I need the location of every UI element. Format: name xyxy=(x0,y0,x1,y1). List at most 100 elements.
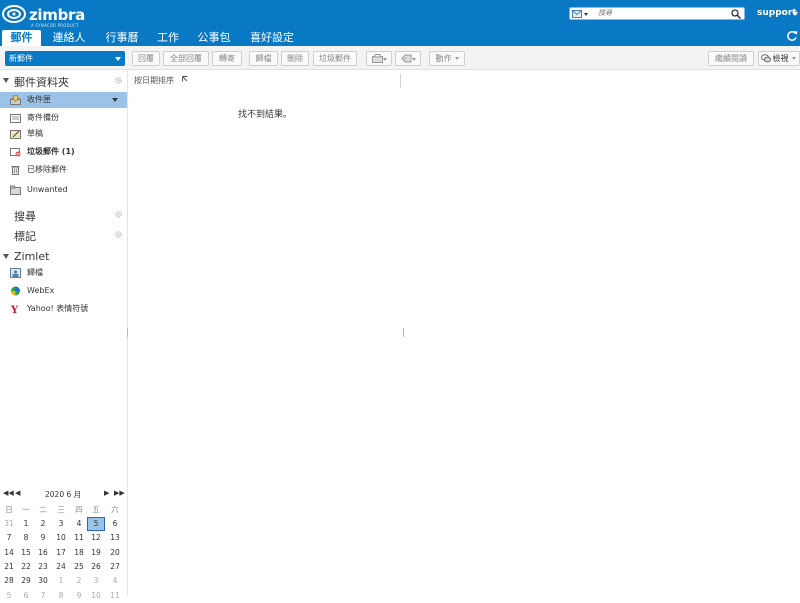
calendar-day[interactable]: 12 xyxy=(87,531,105,545)
mail-folders-header[interactable]: 郵件資料夾 xyxy=(0,72,127,90)
calendar-day[interactable]: 10 xyxy=(52,531,70,545)
calendar-day[interactable]: 24 xyxy=(52,560,70,574)
calendar-day[interactable]: 6 xyxy=(106,517,124,531)
folder-trash[interactable]: 已移除郵件 xyxy=(0,162,127,178)
view-button[interactable]: 檢視 xyxy=(758,51,800,66)
zimlet-section-title: Zimlet xyxy=(14,250,50,263)
chevron-down-icon[interactable] xyxy=(115,57,121,61)
calendar-day[interactable]: 28 xyxy=(0,574,18,588)
speech-bubbles-icon xyxy=(761,54,771,63)
tab-contacts[interactable]: 連絡人 xyxy=(47,30,91,46)
gear-icon[interactable] xyxy=(114,210,123,219)
calendar-day[interactable]: 14 xyxy=(0,546,18,560)
calendar-day[interactable]: 25 xyxy=(70,560,88,574)
calendar-day[interactable]: 18 xyxy=(70,546,88,560)
folder-unwanted[interactable]: Unwanted xyxy=(0,182,127,198)
gear-icon[interactable] xyxy=(114,230,123,239)
calendar-day[interactable]: 8 xyxy=(17,531,35,545)
sort-direction-icon[interactable] xyxy=(182,76,188,82)
calendar-day[interactable]: 3 xyxy=(87,574,105,588)
prev-year-icon[interactable]: ◀◀ xyxy=(3,489,14,497)
calendar-day[interactable]: 17 xyxy=(52,546,70,560)
tab-briefcase[interactable]: 公事包 xyxy=(192,30,236,46)
collapse-triangle-icon[interactable] xyxy=(3,78,9,83)
chevron-down-icon[interactable] xyxy=(112,98,118,102)
zimlet-archive[interactable]: 歸檔 xyxy=(0,265,127,281)
sort-by-date-label[interactable]: 按日期排序 xyxy=(134,75,174,86)
move-button[interactable] xyxy=(366,51,392,66)
new-message-button[interactable]: 新郵件 xyxy=(5,51,125,66)
refresh-icon[interactable] xyxy=(786,30,798,42)
calendar-day[interactable]: 16 xyxy=(34,546,52,560)
calendar-day[interactable]: 3 xyxy=(52,517,70,531)
calendar-day[interactable]: 15 xyxy=(17,546,35,560)
zimlet-webex[interactable]: WebEx xyxy=(0,283,127,299)
spam-button[interactable]: 垃圾郵件 xyxy=(313,51,357,66)
next-year-icon[interactable]: ▶▶ xyxy=(114,489,125,497)
calendar-day[interactable]: 2 xyxy=(70,574,88,588)
folder-label: 草稿 xyxy=(27,129,43,138)
tab-mail[interactable]: 郵件 xyxy=(2,30,41,46)
tab-preferences[interactable]: 喜好設定 xyxy=(244,30,300,46)
prev-month-icon[interactable]: ◀ xyxy=(15,489,20,497)
zimlet-section-header[interactable]: Zimlet xyxy=(0,248,127,266)
reply-button[interactable]: 回覆 xyxy=(132,51,160,66)
calendar-day[interactable]: 4 xyxy=(70,517,88,531)
collapse-triangle-icon[interactable] xyxy=(3,254,9,259)
calendar-day[interactable]: 23 xyxy=(34,560,52,574)
calendar-day[interactable]: 11 xyxy=(70,531,88,545)
zimbra-logo[interactable]: zimbra A SYNACOR PRODUCT xyxy=(2,4,86,28)
calendar-day[interactable]: 20 xyxy=(106,546,124,560)
search-input[interactable] xyxy=(598,8,728,19)
gear-icon[interactable] xyxy=(114,76,123,85)
forward-button[interactable]: 轉寄 xyxy=(212,51,242,66)
calendar-day[interactable]: 27 xyxy=(106,560,124,574)
calendar-day[interactable]: 4 xyxy=(106,574,124,588)
folder-junk[interactable]: 垃圾郵件 (1) xyxy=(0,144,127,160)
calendar-day[interactable]: 21 xyxy=(0,560,18,574)
calendar-day[interactable]: 1 xyxy=(17,517,35,531)
webex-icon xyxy=(11,286,20,296)
next-month-icon[interactable]: ▶ xyxy=(104,489,109,497)
user-menu[interactable]: support xyxy=(757,8,797,18)
calendar-day[interactable]: 31 xyxy=(0,517,18,531)
calendar-day[interactable]: 9 xyxy=(34,531,52,545)
reply-all-button[interactable]: 全部回覆 xyxy=(163,51,209,66)
calendar-day[interactable]: 13 xyxy=(106,531,124,545)
no-results-message: 找不到結果。 xyxy=(238,110,293,120)
calendar-title[interactable]: 2020 6 月 xyxy=(45,489,81,500)
calendar-day[interactable]: 22 xyxy=(17,560,35,574)
sidebar-resize-handle[interactable] xyxy=(127,328,128,337)
zimlet-yahoo-emoticons[interactable]: Y Yahoo! 表情符號 xyxy=(0,301,127,317)
continue-reading-button[interactable]: 繼續閱讀 xyxy=(708,51,754,66)
folder-drafts[interactable]: 草稿 xyxy=(0,126,127,142)
actions-button[interactable]: 動作 xyxy=(429,51,465,66)
sent-icon xyxy=(10,114,21,123)
calendar-day-today[interactable]: 5 xyxy=(87,517,105,531)
tab-tasks[interactable]: 工作 xyxy=(152,30,184,46)
archive-button[interactable]: 歸檔 xyxy=(249,51,278,66)
folder-label: 寄件備份 xyxy=(27,113,59,122)
tags-section-header[interactable]: 標記 xyxy=(0,226,127,244)
logo-text: zimbra xyxy=(29,6,85,24)
calendar-day[interactable]: 19 xyxy=(87,546,105,560)
sort-bar[interactable]: 按日期排序 xyxy=(128,70,400,88)
yahoo-icon: Y xyxy=(10,305,19,314)
tab-calendar[interactable]: 行事曆 xyxy=(99,30,145,46)
folder-icon xyxy=(10,185,21,195)
calendar-day[interactable]: 2 xyxy=(34,517,52,531)
search-icon[interactable] xyxy=(731,9,741,19)
calendar-day[interactable]: 30 xyxy=(34,574,52,588)
weekday-header: 四 xyxy=(75,505,83,514)
folder-inbox[interactable]: 收件匣 xyxy=(0,92,127,108)
mail-scope-icon[interactable] xyxy=(572,10,588,18)
calendar-day[interactable]: 7 xyxy=(0,531,18,545)
search-section-header[interactable]: 搜尋 xyxy=(0,206,127,224)
chevron-down-icon[interactable] xyxy=(792,12,798,16)
calendar-day[interactable]: 26 xyxy=(87,560,105,574)
tag-button[interactable] xyxy=(395,51,421,66)
folder-sent[interactable]: 寄件備份 xyxy=(0,110,127,126)
calendar-day[interactable]: 29 xyxy=(17,574,35,588)
delete-button[interactable]: 刪除 xyxy=(281,51,309,66)
calendar-day[interactable]: 1 xyxy=(52,574,70,588)
